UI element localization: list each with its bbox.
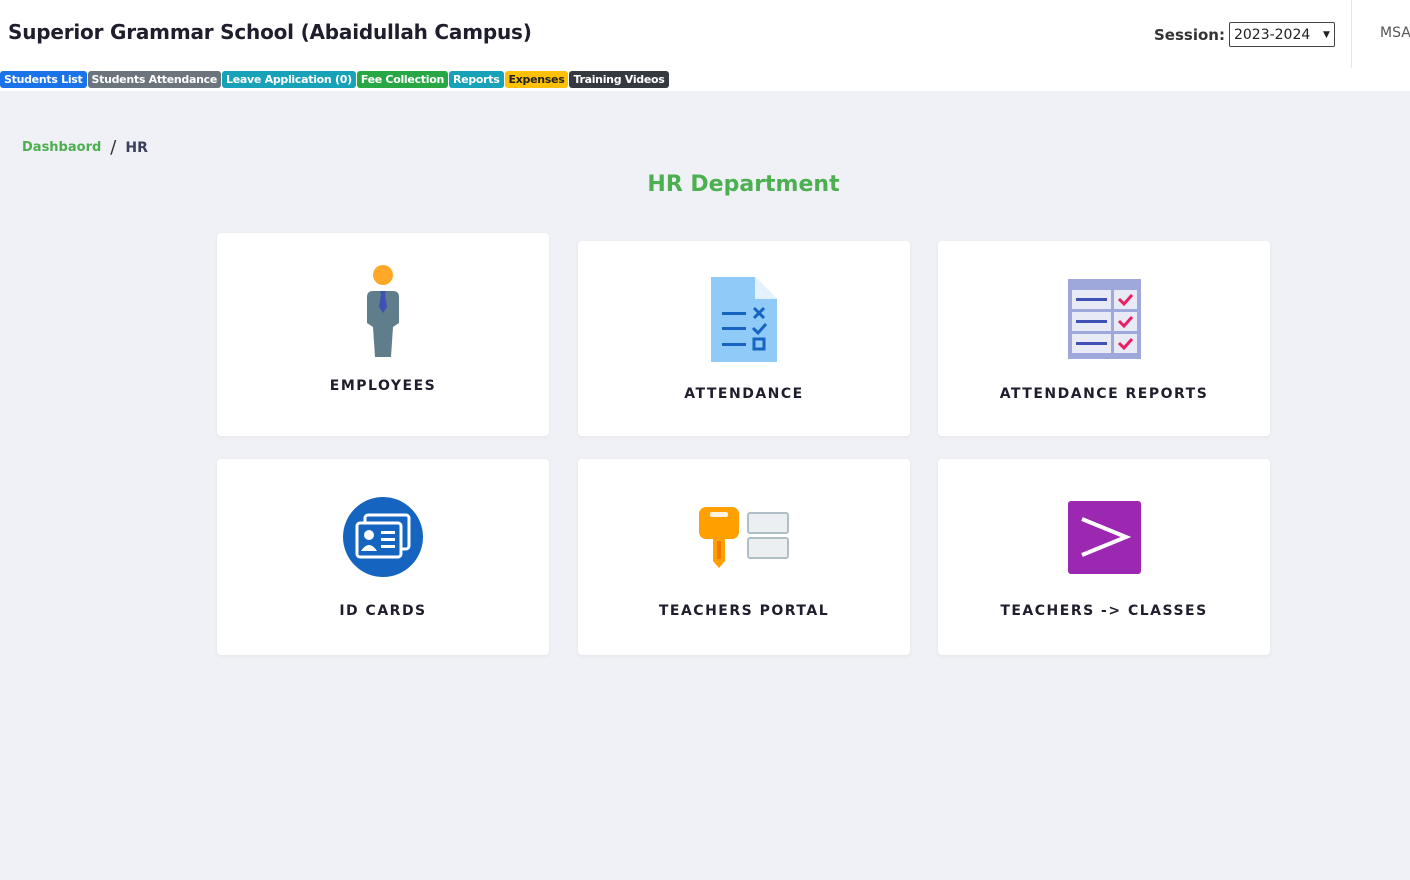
- nav-reports[interactable]: Reports: [449, 71, 504, 88]
- attendance-report-icon: [1067, 279, 1141, 359]
- session-value: 2023-2024: [1233, 26, 1311, 43]
- breadcrumb-dashboard-link[interactable]: Dashbaord: [22, 140, 101, 155]
- nav-expenses[interactable]: Expenses: [504, 71, 569, 88]
- card-teachers-portal[interactable]: TEACHERS PORTAL: [578, 459, 910, 655]
- card-teachers-classes-label: TEACHERS -> CLASSES: [1000, 603, 1208, 619]
- breadcrumb-separator: /: [110, 137, 117, 158]
- nav-fee-collection[interactable]: Fee Collection: [356, 71, 449, 88]
- session-label: Session:: [1154, 25, 1225, 44]
- card-attendance-reports[interactable]: ATTENDANCE REPORTS: [938, 241, 1270, 436]
- key-portal-icon: [699, 507, 789, 568]
- card-id-cards-label: ID CARDS: [339, 603, 427, 619]
- arrow-right-icon: [1067, 501, 1141, 574]
- card-attendance[interactable]: ATTENDANCE: [578, 241, 910, 436]
- nav-students-list[interactable]: Students List: [0, 71, 87, 88]
- breadcrumb-current: HR: [125, 139, 148, 156]
- page-title: HR Department: [647, 172, 840, 197]
- header-divider: [1351, 0, 1352, 68]
- top-header: Superior Grammar School (Abaidullah Camp…: [0, 0, 1410, 91]
- card-employees[interactable]: EMPLOYEES: [217, 233, 549, 436]
- card-attendance-reports-label: ATTENDANCE REPORTS: [999, 386, 1209, 402]
- card-teachers-portal-label: TEACHERS PORTAL: [658, 603, 830, 619]
- card-attendance-label: ATTENDANCE: [684, 386, 804, 402]
- session-dropdown[interactable]: 2023-2024 ▼: [1228, 22, 1335, 47]
- school-title: Superior Grammar School (Abaidullah Camp…: [8, 20, 532, 44]
- nav-bar: Students List Students Attendance Leave …: [0, 71, 670, 88]
- chevron-down-icon: ▼: [1323, 29, 1330, 40]
- id-card-icon: [343, 497, 423, 577]
- session-selector: Session: 2023-2024 ▼: [1154, 22, 1335, 47]
- breadcrumb: Dashbaord / HR: [22, 137, 148, 158]
- nav-training-videos[interactable]: Training Videos: [569, 71, 669, 88]
- card-teachers-classes[interactable]: TEACHERS -> CLASSES: [938, 459, 1270, 655]
- employee-icon: [367, 265, 399, 357]
- card-employees-label: EMPLOYEES: [329, 378, 437, 394]
- attendance-checklist-icon: [711, 277, 777, 362]
- user-menu[interactable]: MSA: [1380, 25, 1410, 41]
- card-id-cards[interactable]: ID CARDS: [217, 459, 549, 655]
- nav-leave-application[interactable]: Leave Application (0): [222, 71, 356, 88]
- nav-students-attendance[interactable]: Students Attendance: [87, 71, 222, 88]
